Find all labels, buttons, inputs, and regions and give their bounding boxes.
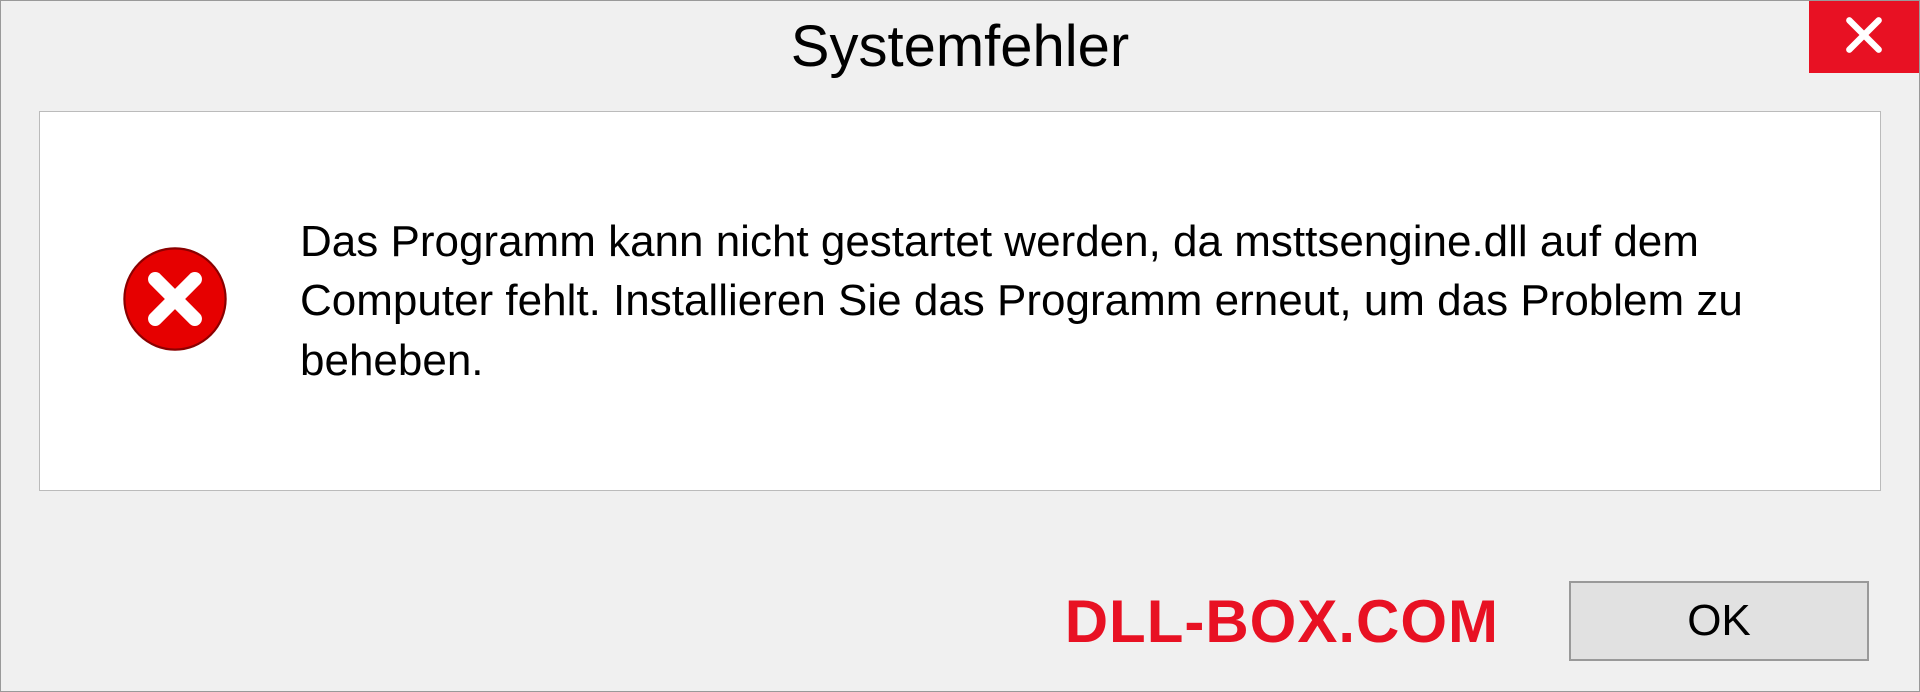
content-area: Das Programm kann nicht gestartet werden… (1, 91, 1919, 551)
error-message: Das Programm kann nicht gestartet werden… (300, 212, 1820, 390)
dialog-title: Systemfehler (1, 13, 1919, 80)
watermark-text: DLL-BOX.COM (1065, 587, 1499, 656)
ok-button[interactable]: OK (1569, 581, 1869, 661)
dialog-footer: DLL-BOX.COM OK (1, 551, 1919, 691)
titlebar: Systemfehler (1, 1, 1919, 91)
message-panel: Das Programm kann nicht gestartet werden… (39, 111, 1881, 491)
error-dialog: Systemfehler Das Programm kann nicht ges… (0, 0, 1920, 692)
close-button[interactable] (1809, 1, 1919, 73)
close-icon (1842, 13, 1886, 62)
error-icon (120, 244, 230, 359)
